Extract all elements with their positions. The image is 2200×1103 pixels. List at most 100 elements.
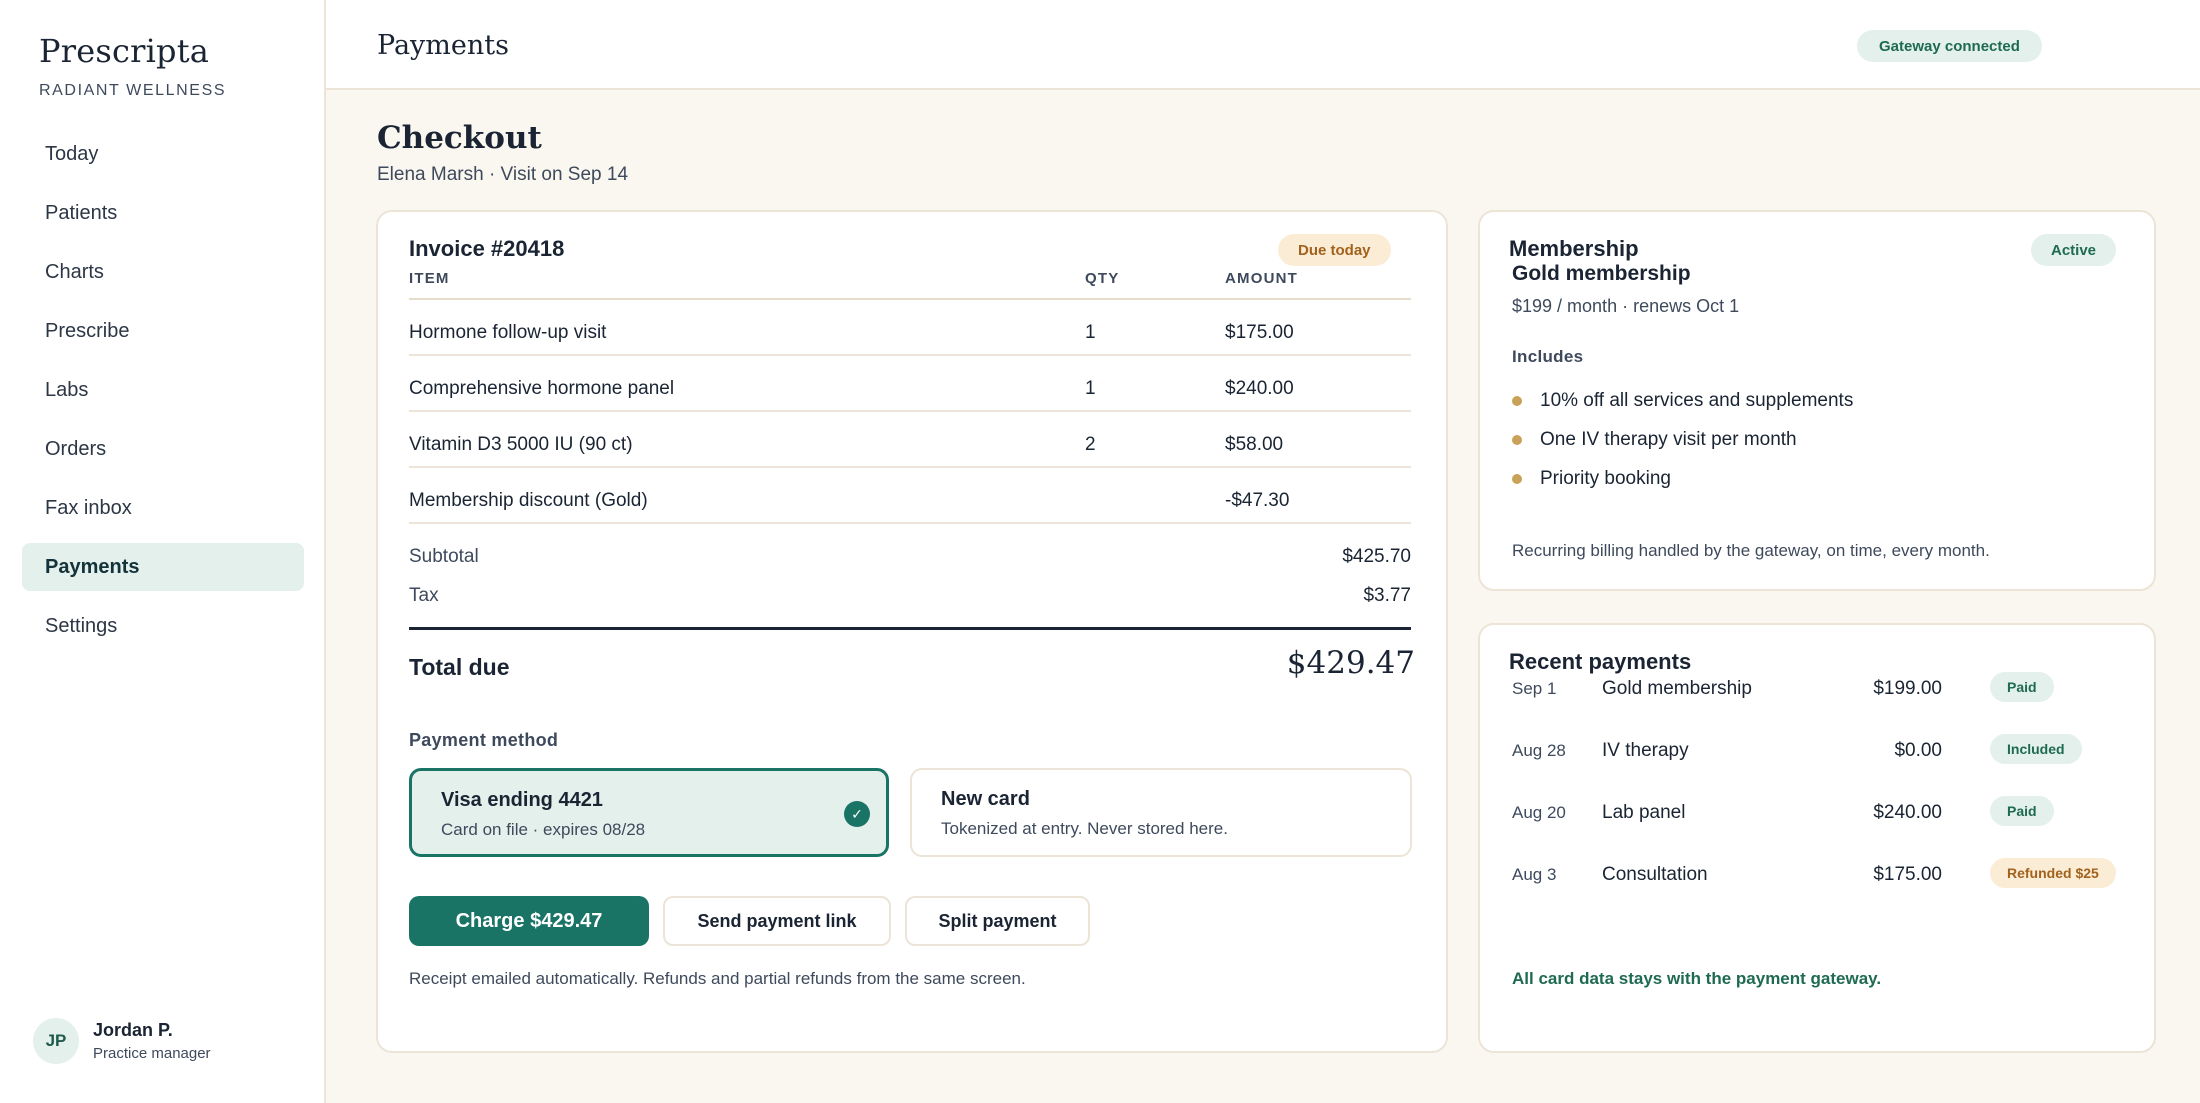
payment-status-badge: Paid <box>1990 672 2054 702</box>
page-subtitle: Elena Marsh · Visit on Sep 14 <box>377 164 629 185</box>
sidebar-item-patients[interactable]: Patients <box>22 189 304 237</box>
main-content: Payments Gateway connected Checkout Elen… <box>326 0 2200 1103</box>
includes-label: Includes <box>1512 347 1584 366</box>
row-item: Vitamin D3 5000 IU (90 ct) <box>409 434 633 455</box>
sidebar: Prescripta RADIANT WELLNESS Today Patien… <box>0 0 326 1103</box>
payment-status-badge: Refunded $25 <box>1990 858 2116 888</box>
total-due-label: Total due <box>409 654 510 680</box>
bullet-icon <box>1512 473 1522 484</box>
payment-row[interactable]: Aug 28 IV therapy $0.00 Included <box>1512 721 2132 783</box>
invoice-card: Invoice #20418 Due today ITEM QTY AMOUNT… <box>376 210 1448 1053</box>
payment-option-new-card[interactable]: New card Tokenized at entry. Never store… <box>910 768 1412 857</box>
membership-status-badge: Active <box>2031 234 2117 266</box>
tax-value: $3.77 <box>1363 585 1411 606</box>
row-qty: 1 <box>1085 378 1096 399</box>
gateway-status-badge: Gateway connected <box>1857 30 2042 62</box>
row-item: Hormone follow-up visit <box>409 322 607 343</box>
recent-payments-card: Recent payments Sep 1 Gold membership $1… <box>1478 623 2156 1053</box>
invoice-table: ITEM QTY AMOUNT Hormone follow-up visit … <box>409 262 1411 524</box>
split-payment-button[interactable]: Split payment <box>905 896 1090 946</box>
payment-option-visa[interactable]: Visa ending 4421 Card on file · expires … <box>409 768 889 857</box>
topbar: Payments Gateway connected <box>326 0 2200 90</box>
sidebar-item-labs[interactable]: Labs <box>22 366 304 414</box>
sidebar-item-fax-inbox[interactable]: Fax inbox <box>22 484 304 532</box>
list-item: 10% off all services and supplements <box>1512 381 1853 420</box>
payment-row[interactable]: Aug 20 Lab panel $240.00 Paid <box>1512 783 2132 845</box>
row-item: Membership discount (Gold) <box>409 490 648 511</box>
sidebar-item-orders[interactable]: Orders <box>22 425 304 473</box>
benefit-text: 10% off all services and supplements <box>1540 389 1854 411</box>
user-info: Jordan P. Practice manager <box>93 1020 211 1062</box>
list-item: One IV therapy visit per month <box>1512 420 1853 459</box>
benefits-list: 10% off all services and supplements One… <box>1512 381 1853 498</box>
total-due-value: $429.47 <box>1286 645 1415 681</box>
tax-label: Tax <box>409 585 439 606</box>
row-qty: 2 <box>1085 434 1096 455</box>
brand: Prescripta RADIANT WELLNESS <box>39 32 226 100</box>
membership-note: Recurring billing handled by the gateway… <box>1512 541 1990 560</box>
table-row: Hormone follow-up visit 1 $175.00 <box>409 300 1411 356</box>
membership-card: Membership Active Gold membership $199 /… <box>1478 210 2156 591</box>
visa-desc: Card on file · expires 08/28 <box>441 820 646 839</box>
total-divider <box>409 627 1411 630</box>
payment-desc: Lab panel <box>1602 802 1686 823</box>
benefit-text: Priority booking <box>1540 467 1671 489</box>
payment-amount: $199.00 <box>1873 678 1942 699</box>
user-role: Practice manager <box>93 1045 211 1062</box>
app-window: Prescripta RADIANT WELLNESS Today Patien… <box>0 0 2200 1103</box>
row-item: Comprehensive hormone panel <box>409 378 675 399</box>
payment-row[interactable]: Sep 1 Gold membership $199.00 Paid <box>1512 659 2132 721</box>
subtotal-value: $425.70 <box>1342 546 1411 567</box>
user-name: Jordan P. <box>93 1020 173 1040</box>
list-item: Priority booking <box>1512 459 1853 498</box>
payment-amount: $240.00 <box>1873 802 1942 823</box>
send-payment-link-button[interactable]: Send payment link <box>663 896 891 946</box>
table-row: Vitamin D3 5000 IU (90 ct) 2 $58.00 <box>409 412 1411 468</box>
payment-desc: Consultation <box>1602 864 1708 885</box>
charge-button[interactable]: Charge $429.47 <box>409 896 649 946</box>
page-title: Checkout <box>377 120 542 156</box>
column-header-item: ITEM <box>409 270 450 287</box>
payment-amount: $175.00 <box>1873 864 1942 885</box>
new-card-desc: Tokenized at entry. Never stored here. <box>941 819 1228 838</box>
row-amount: -$47.30 <box>1225 490 1290 511</box>
sidebar-nav: Today Patients Charts Prescribe Labs Ord… <box>22 130 304 661</box>
topbar-title: Payments <box>377 30 509 61</box>
receipt-note: Receipt emailed automatically. Refunds a… <box>409 969 1026 988</box>
column-header-amount: AMOUNT <box>1225 270 1299 287</box>
sidebar-item-prescribe[interactable]: Prescribe <box>22 307 304 355</box>
payment-status-badge: Included <box>1990 734 2082 764</box>
user-profile[interactable]: JP Jordan P. Practice manager <box>33 1018 211 1064</box>
payment-date: Aug 20 <box>1512 803 1566 822</box>
table-row: Comprehensive hormone panel 1 $240.00 <box>409 356 1411 412</box>
gateway-security-note: All card data stays with the payment gat… <box>1512 969 1882 988</box>
payment-desc: Gold membership <box>1602 678 1752 699</box>
table-row: Membership discount (Gold) -$47.30 <box>409 468 1411 524</box>
payment-amount: $0.00 <box>1894 740 1942 761</box>
brand-subtitle: RADIANT WELLNESS <box>39 82 227 99</box>
tax-row: Tax $3.77 <box>409 585 1411 607</box>
row-amount: $58.00 <box>1225 434 1284 455</box>
column-header-qty: QTY <box>1085 270 1120 287</box>
payment-desc: IV therapy <box>1602 740 1689 761</box>
payment-date: Aug 3 <box>1512 865 1557 884</box>
benefit-text: One IV therapy visit per month <box>1540 428 1797 450</box>
payments-list: Sep 1 Gold membership $199.00 Paid Aug 2… <box>1512 659 2132 907</box>
payment-row[interactable]: Aug 3 Consultation $175.00 Refunded $25 <box>1512 845 2132 907</box>
row-qty: 1 <box>1085 322 1096 343</box>
payment-date: Sep 1 <box>1512 679 1557 698</box>
sidebar-item-today[interactable]: Today <box>22 130 304 178</box>
payment-method-label: Payment method <box>409 730 559 750</box>
sidebar-item-charts[interactable]: Charts <box>22 248 304 296</box>
new-card-title: New card <box>941 788 1030 810</box>
payment-status-badge: Paid <box>1990 796 2054 826</box>
sidebar-item-payments[interactable]: Payments <box>22 543 304 591</box>
brand-name: Prescripta <box>39 32 210 70</box>
check-icon: ✓ <box>844 801 870 827</box>
sidebar-item-settings[interactable]: Settings <box>22 602 304 650</box>
membership-plan: Gold membership <box>1512 262 1691 285</box>
payment-date: Aug 28 <box>1512 741 1566 760</box>
row-amount: $175.00 <box>1225 322 1294 343</box>
bullet-icon <box>1512 395 1522 406</box>
membership-title: Membership <box>1509 236 1639 261</box>
